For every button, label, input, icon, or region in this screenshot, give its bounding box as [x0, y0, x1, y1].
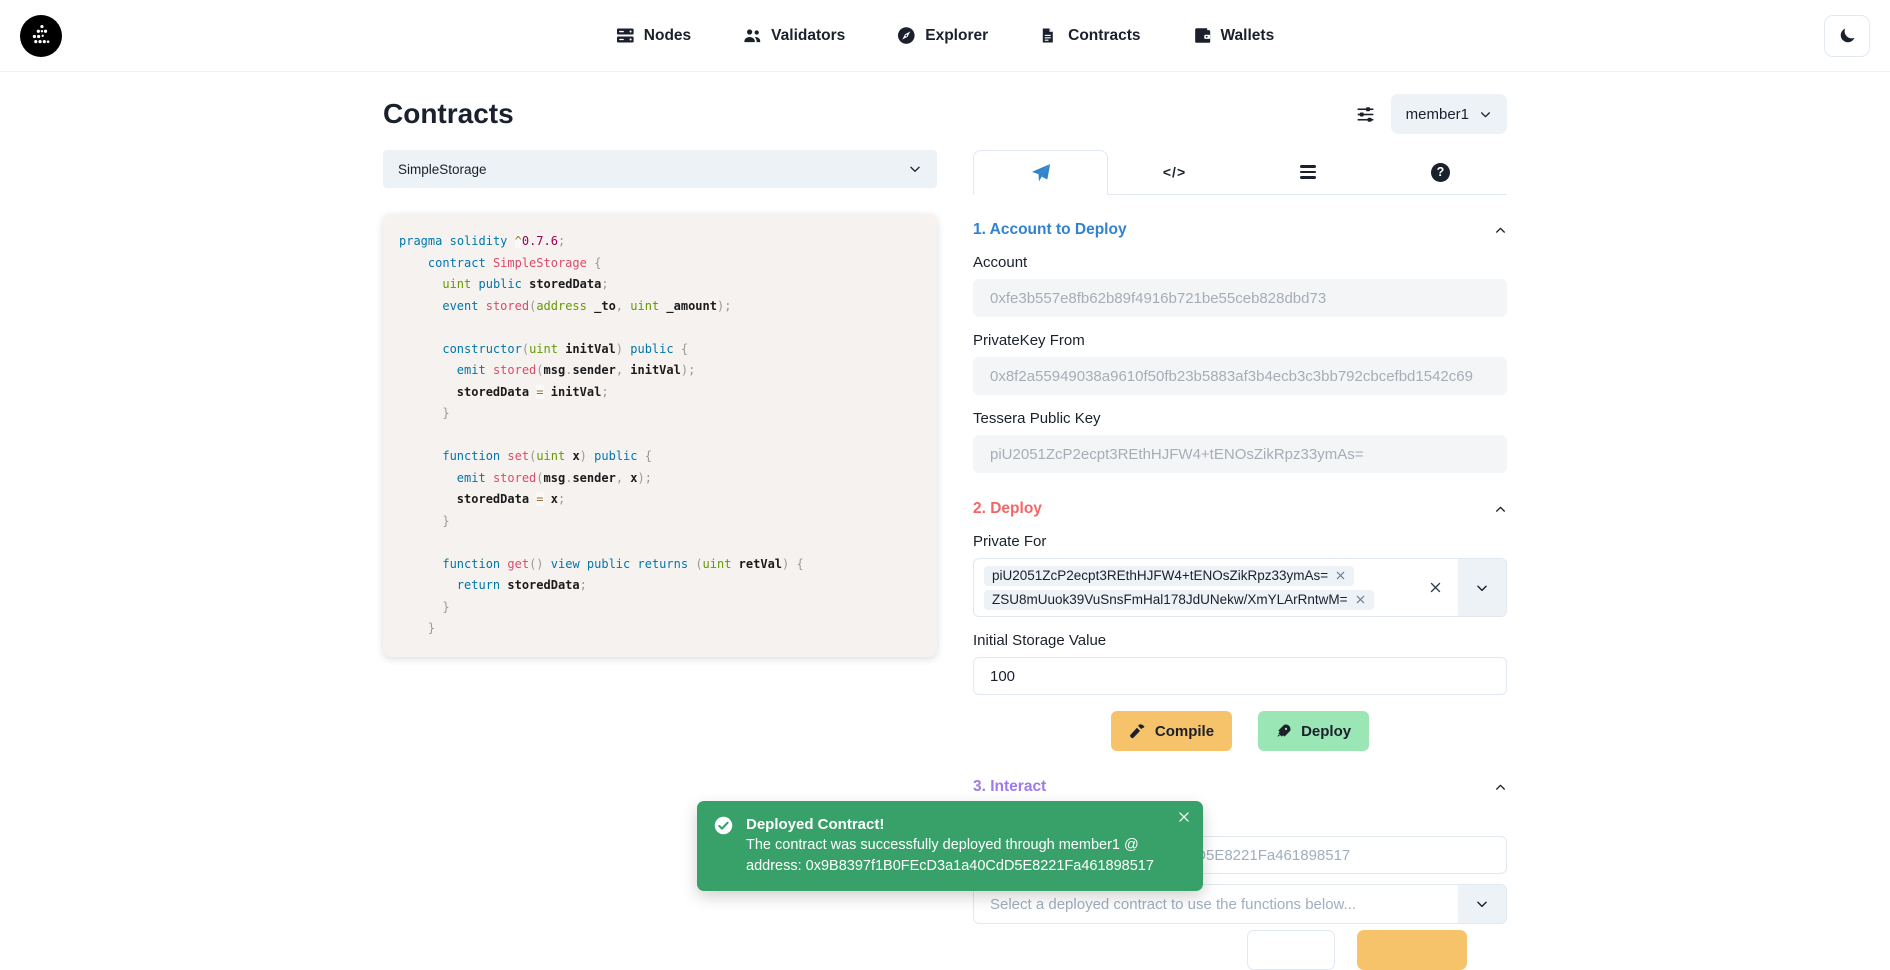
question-icon: ?	[1431, 163, 1450, 182]
interact-transact-button[interactable]	[1357, 930, 1467, 970]
tab-logs[interactable]	[1241, 150, 1374, 194]
nav-item-label: Nodes	[644, 27, 691, 45]
tessera-key-label: Tessera Public Key	[973, 410, 1507, 427]
chevron-up-icon	[1494, 224, 1507, 237]
tag-remove-icon[interactable]	[1355, 594, 1366, 605]
nav-item-label: Explorer	[925, 27, 988, 45]
code-line: uint public storedData;	[399, 274, 921, 296]
section-interact-header[interactable]: 3. Interact	[973, 778, 1507, 796]
navbar: Nodes Validators Explorer Contracts Wallets	[0, 0, 1890, 72]
code-icon: </>	[1163, 164, 1186, 180]
chevron-up-icon	[1494, 781, 1507, 794]
code-line: }	[399, 511, 921, 533]
code-line: constructor(uint initVal) public {	[399, 339, 921, 361]
multiselect-dropdown-button[interactable]	[1458, 559, 1506, 616]
list-icon	[1300, 165, 1316, 178]
paper-plane-icon	[1031, 163, 1051, 183]
contract-select-value: SimpleStorage	[398, 162, 487, 177]
code-line: pragma solidity ^0.7.6;	[399, 231, 921, 253]
private-for-label: Private For	[973, 533, 1507, 550]
account-input[interactable]	[973, 279, 1507, 317]
theme-toggle-button[interactable]	[1824, 15, 1870, 57]
code-line: }	[399, 597, 921, 619]
wallet-icon	[1193, 26, 1212, 45]
nav-item-label: Contracts	[1068, 27, 1140, 45]
private-for-tag-label: ZSU8mUuok39VuSnsFmHal178JdUNekw/XmYLArRn…	[992, 592, 1348, 607]
toast-message-line1: The contract was successfully deployed t…	[746, 835, 1154, 856]
toast-title: Deployed Contract!	[746, 814, 1154, 835]
nav-item-validators[interactable]: Validators	[743, 26, 845, 45]
code-line: function get() view public returns (uint…	[399, 554, 921, 576]
code-line	[399, 317, 921, 339]
file-icon	[1040, 26, 1059, 45]
nav-item-nodes[interactable]: Nodes	[616, 26, 691, 45]
code-line: storedData = initVal;	[399, 382, 921, 404]
code-line	[399, 532, 921, 554]
nav-item-label: Validators	[771, 27, 845, 45]
contract-select[interactable]: SimpleStorage	[383, 150, 937, 188]
toast-message-line2: address: 0x9B8397f1B0FEcD3a1a40CdD5E8221…	[746, 856, 1154, 877]
section-account-title: 1. Account to Deploy	[973, 221, 1127, 239]
private-for-tag: ZSU8mUuok39VuSnsFmHal178JdUNekw/XmYLArRn…	[984, 590, 1374, 610]
chevron-down-icon	[1479, 108, 1492, 121]
tab-code[interactable]: </>	[1108, 150, 1241, 194]
initial-storage-label: Initial Storage Value	[973, 632, 1507, 649]
private-for-tag-label: piU2051ZcP2ecpt3REthHJFW4+tENOsZikRpz33y…	[992, 568, 1328, 583]
deploy-success-toast: Deployed Contract! The contract was succ…	[697, 801, 1203, 891]
contract-action-tabs: </> ?	[973, 150, 1507, 195]
section-deploy-header[interactable]: 2. Deploy	[973, 500, 1507, 518]
deploy-button-label: Deploy	[1301, 723, 1351, 740]
section-interact-title: 3. Interact	[973, 778, 1046, 796]
compile-button[interactable]: Compile	[1111, 711, 1232, 751]
code-line: storedData = x;	[399, 489, 921, 511]
compass-icon	[897, 26, 916, 45]
code-line: emit stored(msg.sender, initVal);	[399, 360, 921, 382]
nav-links: Nodes Validators Explorer Contracts Wallets	[616, 26, 1274, 45]
code-line: event stored(address _to, uint _amount);	[399, 296, 921, 318]
code-line: }	[399, 403, 921, 425]
server-icon	[616, 26, 635, 45]
rocket-icon	[1276, 723, 1292, 739]
nav-item-wallets[interactable]: Wallets	[1193, 26, 1275, 45]
multiselect-clear-button[interactable]	[1412, 559, 1458, 616]
account-selector-button[interactable]: member1	[1391, 94, 1507, 134]
privatekey-input[interactable]	[973, 357, 1507, 395]
chevron-down-icon	[908, 162, 922, 176]
users-icon	[743, 26, 762, 45]
app-logo-icon[interactable]	[20, 15, 62, 57]
moon-icon	[1838, 26, 1857, 45]
deploy-button[interactable]: Deploy	[1258, 711, 1369, 751]
compile-button-label: Compile	[1155, 723, 1214, 740]
code-line: function set(uint x) public {	[399, 446, 921, 468]
tab-help[interactable]: ?	[1374, 150, 1507, 194]
code-line: }	[399, 618, 921, 640]
section-deploy-title: 2. Deploy	[973, 500, 1042, 518]
nav-item-explorer[interactable]: Explorer	[897, 26, 988, 45]
nav-item-contracts[interactable]: Contracts	[1040, 26, 1140, 45]
hammer-icon	[1129, 723, 1146, 740]
code-line	[399, 425, 921, 447]
nav-item-label: Wallets	[1221, 27, 1275, 45]
code-line: contract SimpleStorage {	[399, 253, 921, 275]
privatekey-label: PrivateKey From	[973, 332, 1507, 349]
initial-storage-input[interactable]	[973, 657, 1507, 695]
account-label: Account	[973, 254, 1507, 271]
code-line: return storedData;	[399, 575, 921, 597]
section-account-header[interactable]: 1. Account to Deploy	[973, 221, 1507, 239]
chevron-up-icon	[1494, 503, 1507, 516]
tag-remove-icon[interactable]	[1335, 570, 1346, 581]
check-circle-icon	[713, 815, 734, 836]
private-for-multiselect[interactable]: piU2051ZcP2ecpt3REthHJFW4+tENOsZikRpz33y…	[973, 558, 1507, 617]
page-title: Contracts	[383, 98, 514, 130]
private-for-tag: piU2051ZcP2ecpt3REthHJFW4+tENOsZikRpz33y…	[984, 566, 1354, 586]
toast-close-icon[interactable]	[1177, 810, 1191, 824]
interact-read-button[interactable]	[1247, 930, 1335, 970]
sliders-icon[interactable]	[1355, 104, 1376, 125]
tessera-key-input[interactable]	[973, 435, 1507, 473]
code-line: emit stored(msg.sender, x);	[399, 468, 921, 490]
tab-deploy[interactable]	[973, 150, 1108, 195]
account-selector-label: member1	[1406, 106, 1469, 123]
solidity-source-code: pragma solidity ^0.7.6; contract SimpleS…	[383, 214, 937, 657]
